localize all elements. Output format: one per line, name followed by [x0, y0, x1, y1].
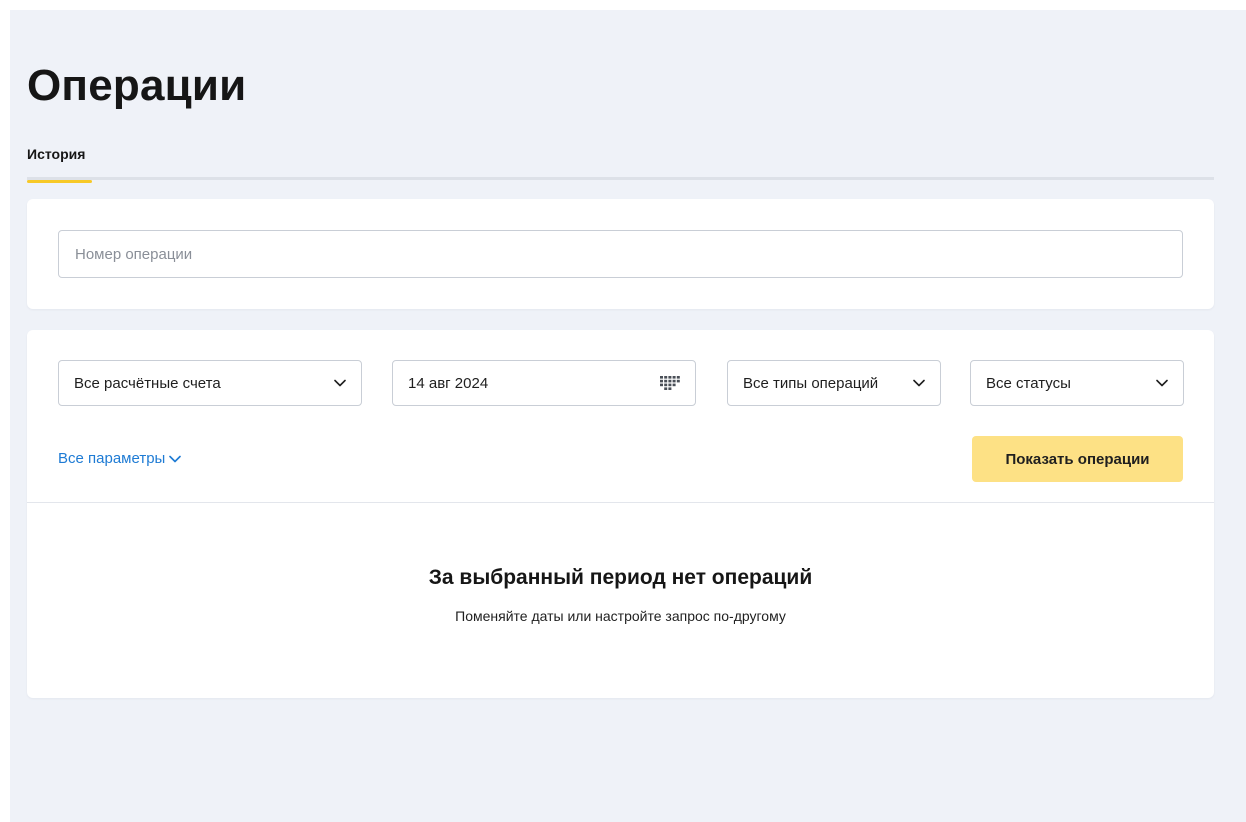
- tabs-bar: История: [27, 144, 1214, 183]
- accounts-select[interactable]: Все расчётные счета: [58, 360, 362, 406]
- empty-state-title: За выбранный период нет операций: [428, 566, 813, 589]
- page-background: Операции История Все расчётные счета 14 …: [10, 10, 1246, 822]
- tab-history[interactable]: История: [27, 144, 92, 183]
- all-parameters-label: Все параметры: [58, 450, 166, 467]
- empty-state-subtitle: Поменяйте даты или настройте запрос по-д…: [455, 608, 786, 624]
- operation-types-select[interactable]: Все типы операций: [727, 360, 941, 406]
- date-picker-value: 14 авг 2024: [408, 374, 489, 392]
- chevron-down-icon: [912, 376, 926, 390]
- tab-active-indicator: [27, 180, 92, 183]
- search-card: [27, 199, 1214, 309]
- chevron-down-icon: [1155, 376, 1169, 390]
- show-operations-button[interactable]: Показать операции: [972, 436, 1183, 482]
- all-parameters-link[interactable]: Все параметры: [58, 450, 182, 467]
- chevron-down-icon: [333, 376, 347, 390]
- statuses-select-value: Все статусы: [986, 374, 1071, 392]
- filters-card: Все расчётные счета 14 авг 2024 Все типы…: [27, 330, 1214, 698]
- divider: [27, 502, 1214, 503]
- chevron-down-icon: [169, 450, 182, 467]
- date-picker[interactable]: 14 авг 2024: [392, 360, 696, 406]
- tab-history-label: История: [27, 146, 86, 162]
- operation-types-select-value: Все типы операций: [743, 374, 879, 392]
- page-title: Операции: [27, 61, 247, 110]
- accounts-select-value: Все расчётные счета: [74, 374, 221, 392]
- operation-number-input[interactable]: [58, 230, 1183, 278]
- calendar-icon[interactable]: [659, 375, 681, 391]
- statuses-select[interactable]: Все статусы: [970, 360, 1184, 406]
